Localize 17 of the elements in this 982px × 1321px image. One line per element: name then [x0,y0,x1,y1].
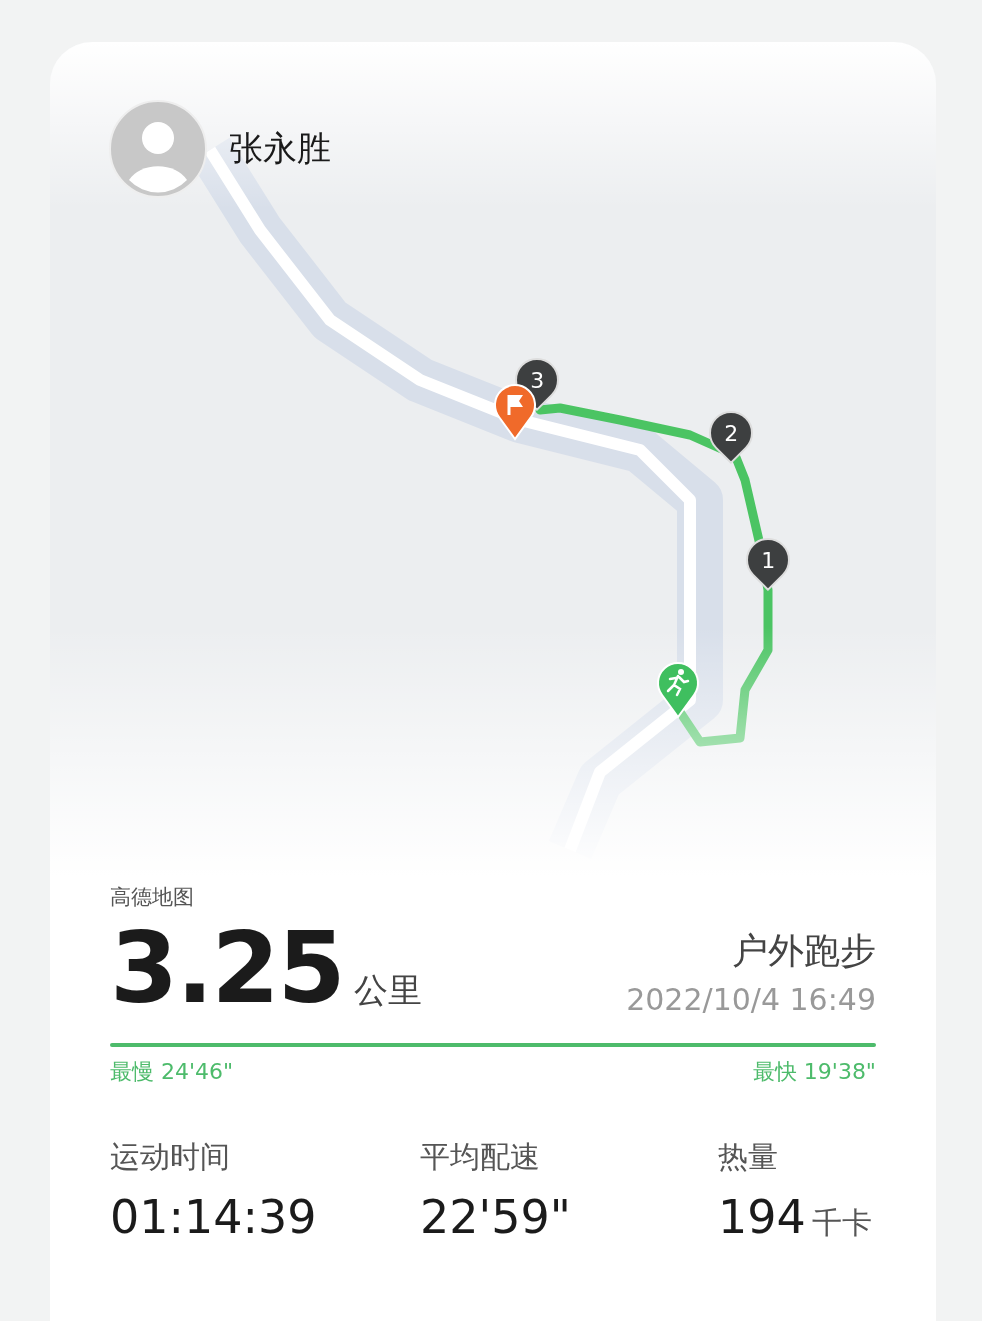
stat-value: 194 [718,1190,806,1244]
runner-pin-icon [656,661,700,719]
activity-type: 户外跑步 [732,929,876,973]
stat-label: 运动时间 [110,1138,231,1176]
activity-datetime: 2022/10/4 16:49 [626,982,876,1017]
distance-unit: 公里 [353,969,422,1012]
distance-value: 3.25 [110,919,344,1017]
map-attribution: 高德地图 [110,884,195,911]
stat-value: 01:14:39 [110,1190,317,1244]
stat-label: 平均配速 [420,1138,541,1176]
slowest-pace: 最慢 24'46" [110,1058,234,1086]
stat-unit: 千卡 [811,1204,872,1242]
fastest-pace: 最快 19'38" [752,1058,876,1086]
user-name: 张永胜 [229,127,331,170]
avatar-icon [109,100,207,198]
stat-value: 22'59" [420,1190,571,1244]
stat-label: 热量 [718,1138,779,1176]
